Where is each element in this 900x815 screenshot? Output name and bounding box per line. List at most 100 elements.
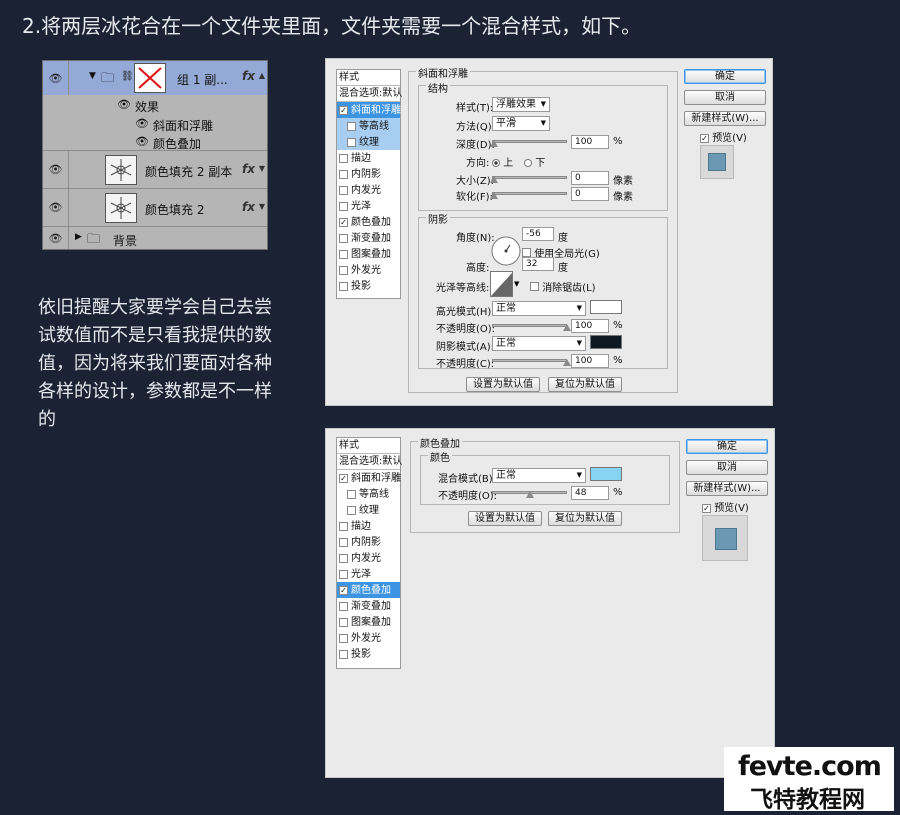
altitude-input[interactable]: 32	[522, 257, 554, 271]
ok-button[interactable]: 确定	[686, 439, 768, 454]
styles-title[interactable]: 样式	[337, 70, 400, 86]
checkbox[interactable]	[339, 649, 348, 659]
angle-input[interactable]: -56	[522, 227, 554, 241]
shadow-mode-select[interactable]: 正常 ▼	[492, 336, 586, 351]
new-style-button[interactable]: 新建样式(W)...	[684, 111, 766, 126]
style-item-satin[interactable]: 光泽	[337, 566, 400, 582]
style-item-bevel[interactable]: ✓ 斜面和浮雕	[337, 470, 401, 486]
style-item-outer-glow[interactable]: 外发光	[337, 630, 400, 646]
make-default-button[interactable]: 设置为默认值	[468, 511, 542, 526]
fx-icon[interactable]: fx	[242, 69, 255, 83]
opacity-slider[interactable]	[492, 491, 567, 498]
layer-row-background[interactable]: 👁 ▶ 🗀 背景	[43, 227, 267, 249]
eye-icon[interactable]: 👁	[43, 61, 69, 95]
size-input[interactable]: 0	[571, 171, 609, 185]
layer-row[interactable]: 👁 颜色填充 2 fx ▼	[43, 189, 267, 227]
eye-icon[interactable]: 👁	[117, 98, 131, 111]
eye-icon[interactable]: 👁	[43, 227, 69, 249]
eye-icon[interactable]: 👁	[43, 151, 69, 188]
ok-button[interactable]: 确定	[684, 69, 766, 84]
cancel-button[interactable]: 取消	[686, 460, 768, 475]
style-item-gradient-overlay[interactable]: 渐变叠加	[337, 230, 400, 246]
style-item-texture[interactable]: 纹理	[337, 502, 400, 518]
opacity-input[interactable]: 48	[571, 486, 609, 500]
style-item-inner-glow[interactable]: 内发光	[337, 550, 400, 566]
fx-icon[interactable]: fx	[242, 162, 255, 176]
style-item-satin[interactable]: 光泽	[337, 198, 400, 214]
blend-mode-select[interactable]: 正常 ▼	[492, 468, 586, 483]
direction-up-radio[interactable]: 上	[492, 154, 513, 169]
expand-arrow-icon[interactable]: ▼	[259, 164, 265, 173]
expand-triangle-icon[interactable]: ▶	[75, 232, 82, 242]
style-item-texture[interactable]: 纹理	[337, 134, 400, 150]
layer-thumbnail[interactable]	[105, 193, 137, 223]
checkbox[interactable]	[339, 521, 348, 531]
depth-slider[interactable]	[490, 140, 567, 147]
style-item-inner-shadow[interactable]: 内阴影	[337, 166, 400, 182]
style-item-gradient-overlay[interactable]: 渐变叠加	[337, 598, 400, 614]
checkbox[interactable]	[339, 153, 348, 163]
checkbox[interactable]	[339, 553, 348, 563]
checkbox[interactable]	[339, 185, 348, 195]
cancel-button[interactable]: 取消	[684, 90, 766, 105]
checkbox[interactable]	[339, 617, 348, 627]
gloss-contour-picker[interactable]: ▼	[490, 271, 520, 297]
styles-title[interactable]: 样式	[337, 438, 400, 454]
reset-default-button[interactable]: 复位为默认值	[548, 511, 622, 526]
checkbox[interactable]	[339, 265, 348, 275]
checkbox[interactable]	[347, 121, 356, 131]
highlight-mode-select[interactable]: 正常 ▼	[492, 301, 586, 316]
highlight-color-swatch[interactable]	[590, 300, 622, 314]
style-item-color-overlay[interactable]: ✓ 颜色叠加	[337, 214, 400, 230]
style-item-drop-shadow[interactable]: 投影	[337, 646, 400, 662]
mask-thumbnail[interactable]	[134, 63, 166, 93]
angle-dial[interactable]	[490, 235, 522, 267]
style-item-outer-glow[interactable]: 外发光	[337, 262, 400, 278]
effect-item[interactable]: 👁 斜面和浮雕	[43, 115, 267, 133]
highlight-opacity-input[interactable]: 100	[571, 319, 609, 333]
shadow-opacity-input[interactable]: 100	[571, 354, 609, 368]
style-item-stroke[interactable]: 描边	[337, 518, 400, 534]
direction-down-radio[interactable]: 下	[524, 154, 545, 169]
make-default-button[interactable]: 设置为默认值	[466, 377, 540, 392]
overlay-color-swatch[interactable]	[590, 467, 622, 481]
anti-alias-checkbox[interactable]: 消除锯齿(L)	[530, 279, 596, 294]
checkbox[interactable]	[339, 601, 348, 611]
size-slider[interactable]	[490, 176, 567, 183]
highlight-opacity-slider[interactable]	[492, 324, 571, 331]
reset-default-button[interactable]: 复位为默认值	[548, 377, 622, 392]
style-item-color-overlay[interactable]: ✓ 颜色叠加	[337, 582, 400, 598]
checkbox[interactable]	[339, 249, 348, 259]
eye-icon[interactable]: 👁	[135, 117, 149, 130]
checkbox[interactable]	[339, 169, 348, 179]
style-item-contour[interactable]: 等高线	[337, 118, 400, 134]
fx-icon[interactable]: fx	[242, 200, 255, 214]
depth-input[interactable]: 100	[571, 135, 609, 149]
checkbox[interactable]: ✓	[339, 217, 348, 227]
eye-icon[interactable]: 👁	[43, 189, 69, 226]
layer-row-group[interactable]: 👁 ▼ 🗀 ⛓ 组 1 副... fx ▲	[43, 61, 267, 95]
effect-item[interactable]: 👁 颜色叠加	[43, 133, 267, 151]
blend-options-item[interactable]: 混合选项:默认	[337, 86, 402, 102]
style-select[interactable]: 浮雕效果 ▼	[492, 97, 550, 112]
checkbox[interactable]	[339, 201, 348, 211]
expand-arrow-icon[interactable]: ▼	[259, 202, 265, 211]
style-item-inner-glow[interactable]: 内发光	[337, 182, 400, 198]
checkbox[interactable]: ✓	[339, 585, 348, 595]
checkbox[interactable]	[339, 633, 348, 643]
style-item-inner-shadow[interactable]: 内阴影	[337, 534, 400, 550]
style-item-stroke[interactable]: 描边	[337, 150, 400, 166]
checkbox[interactable]: ✓	[339, 473, 348, 483]
style-item-pattern-overlay[interactable]: 图案叠加	[337, 614, 400, 630]
collapse-arrow-icon[interactable]: ▲	[259, 71, 265, 80]
shadow-color-swatch[interactable]	[590, 335, 622, 349]
style-item-pattern-overlay[interactable]: 图案叠加	[337, 246, 400, 262]
checkbox[interactable]	[339, 537, 348, 547]
checkbox[interactable]	[347, 137, 356, 147]
new-style-button[interactable]: 新建样式(W)...	[686, 481, 768, 496]
expand-triangle-icon[interactable]: ▼	[89, 71, 96, 81]
soften-input[interactable]: 0	[571, 187, 609, 201]
checkbox[interactable]	[339, 233, 348, 243]
shadow-opacity-slider[interactable]	[492, 359, 571, 366]
checkbox[interactable]	[347, 505, 356, 515]
